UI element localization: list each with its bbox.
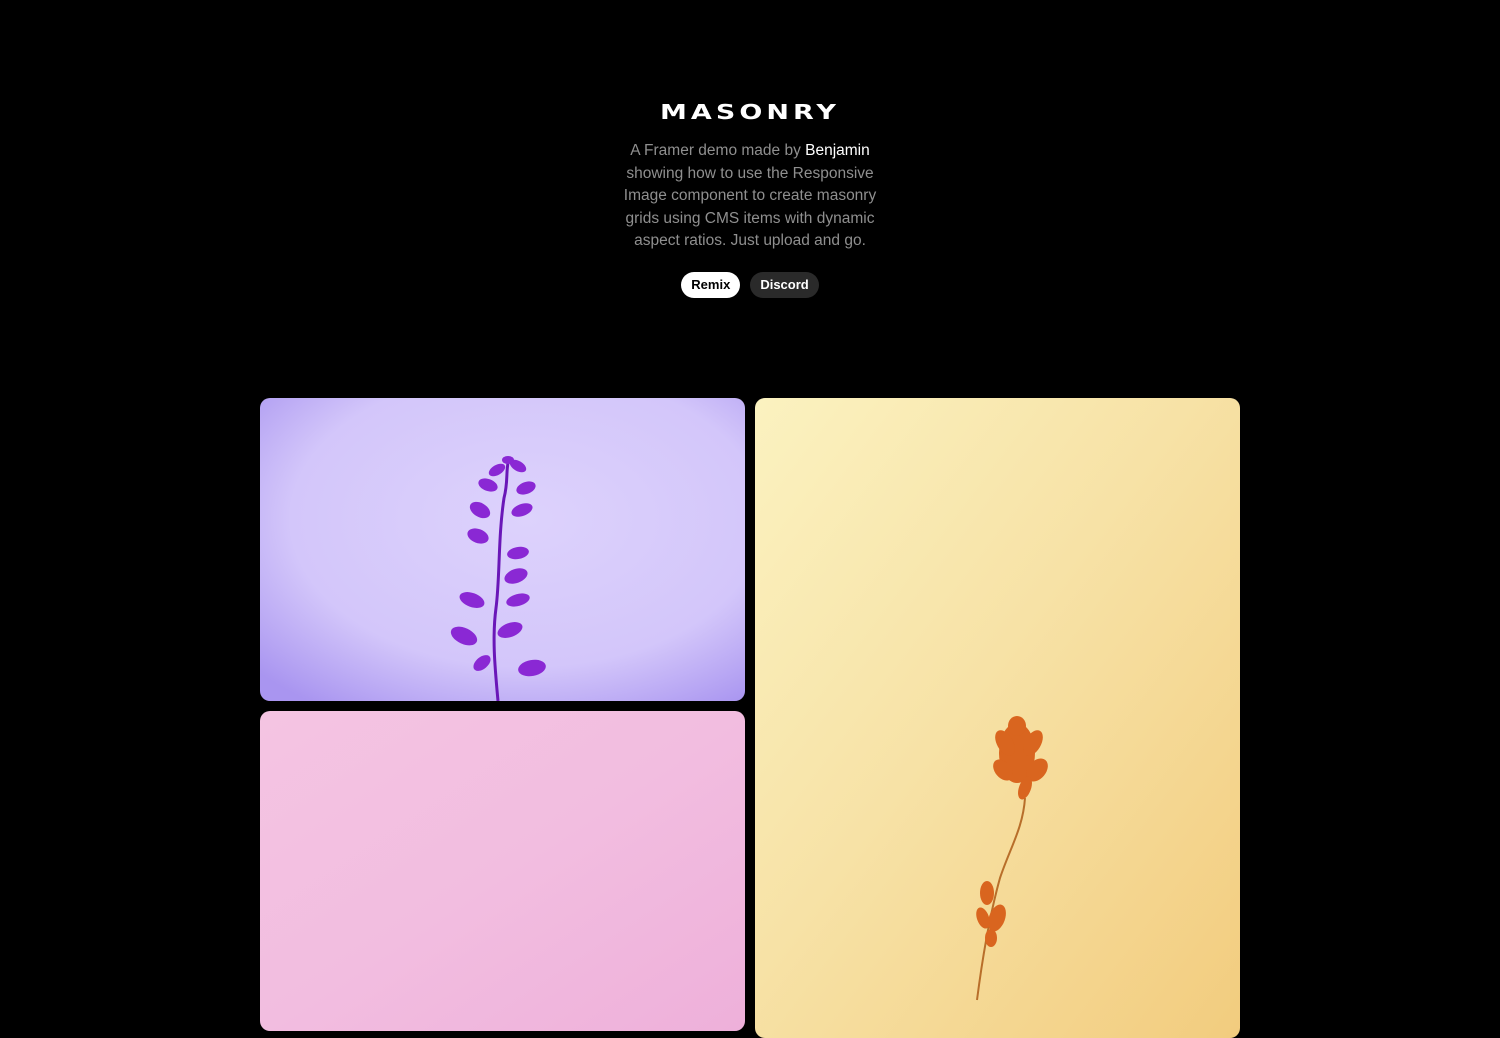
gallery-card-pink[interactable] — [260, 711, 745, 1031]
discord-button[interactable]: Discord — [750, 272, 819, 298]
page-description: A Framer demo made by Benjamin showing h… — [610, 140, 890, 253]
pink-background-photo — [260, 711, 745, 1031]
purple-flower-photo — [260, 398, 745, 701]
description-suffix: showing how to use the Responsive Image … — [623, 164, 877, 250]
masonry-grid — [260, 398, 1240, 1038]
author-link[interactable]: Benjamin — [805, 142, 870, 159]
gallery-card-dried-flower[interactable] — [755, 398, 1240, 1038]
dried-orange-flower-photo — [755, 398, 1240, 1038]
gallery-card-purple-flower[interactable] — [260, 398, 745, 701]
description-prefix: A Framer demo made by — [630, 142, 806, 159]
remix-button[interactable]: Remix — [681, 272, 741, 298]
action-buttons: Remix Discord — [0, 272, 1500, 298]
page-title: MASONRY — [659, 100, 840, 124]
